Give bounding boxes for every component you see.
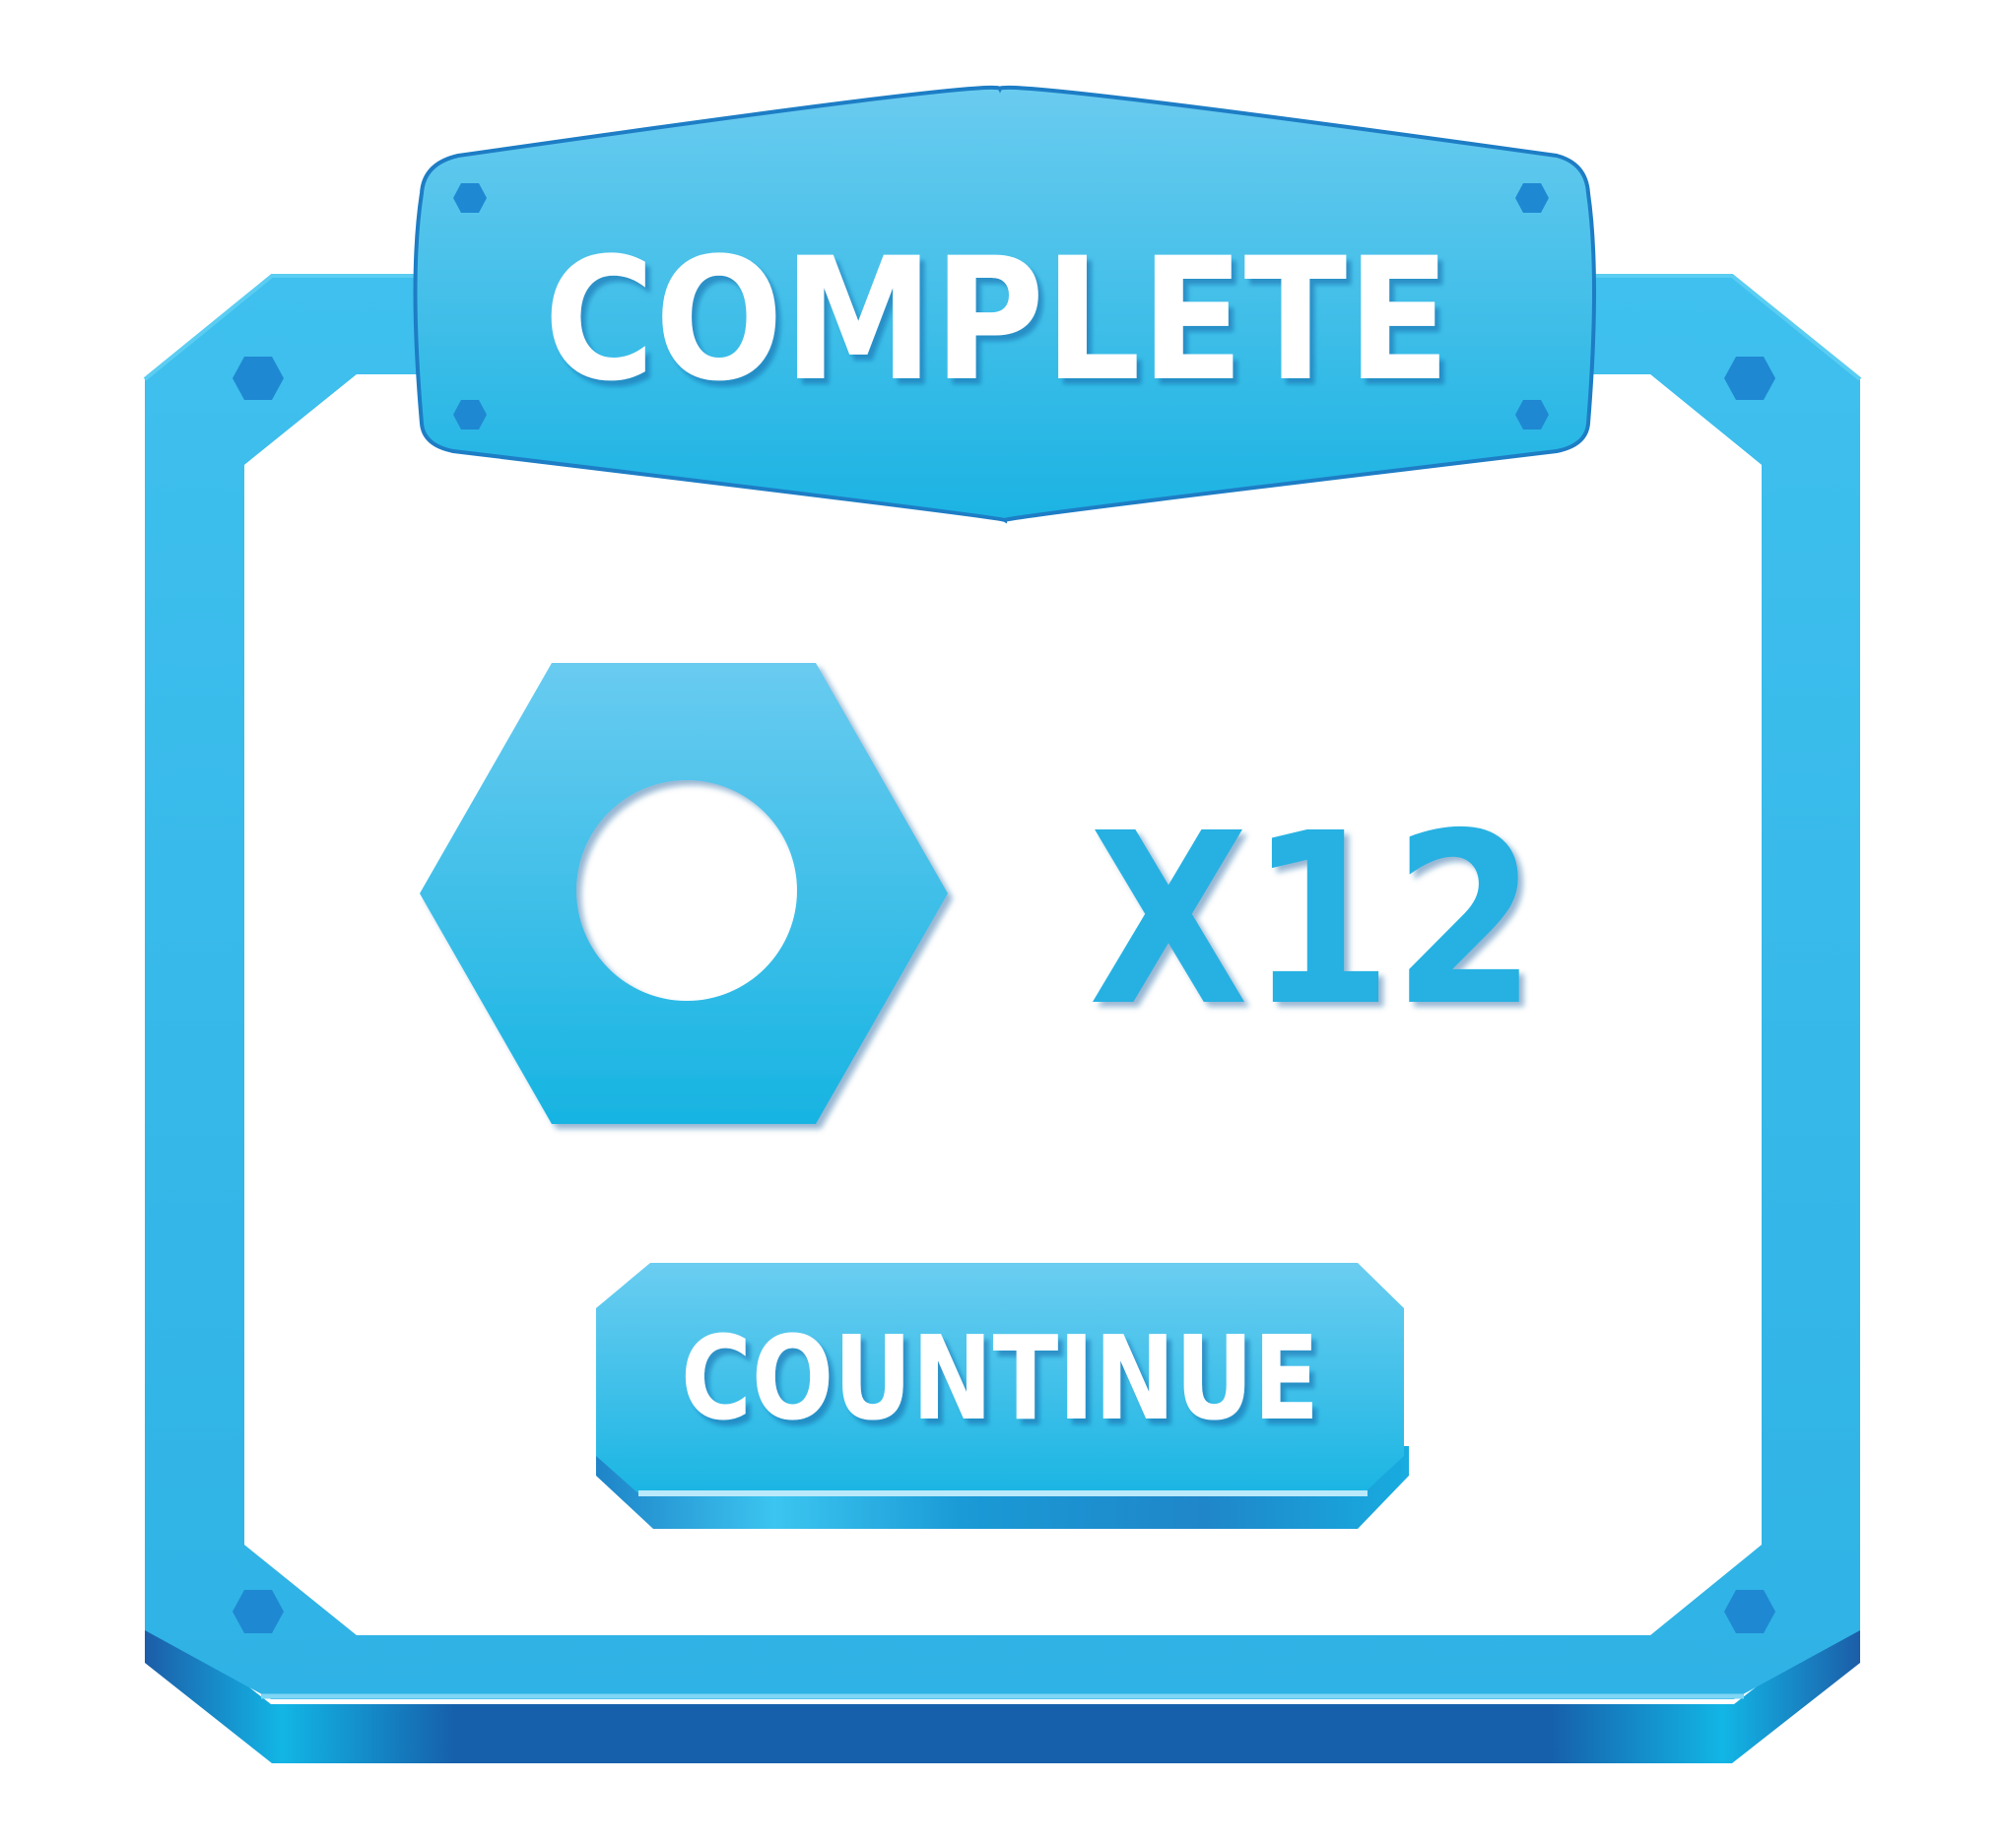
reward-quantity: X12 [1089,782,1537,1058]
continue-button[interactable]: COUNTINUE [596,1263,1409,1529]
title-banner: COMPLETE [413,85,1596,524]
popup-artwork: COMPLETE X12 COUNTINUE [143,85,1862,1763]
title-text: COMPLETE [544,221,1450,419]
continue-button-label[interactable]: COUNTINUE [681,1310,1319,1446]
level-complete-popup: COMPLETE X12 COUNTINUE [0,0,2002,1848]
